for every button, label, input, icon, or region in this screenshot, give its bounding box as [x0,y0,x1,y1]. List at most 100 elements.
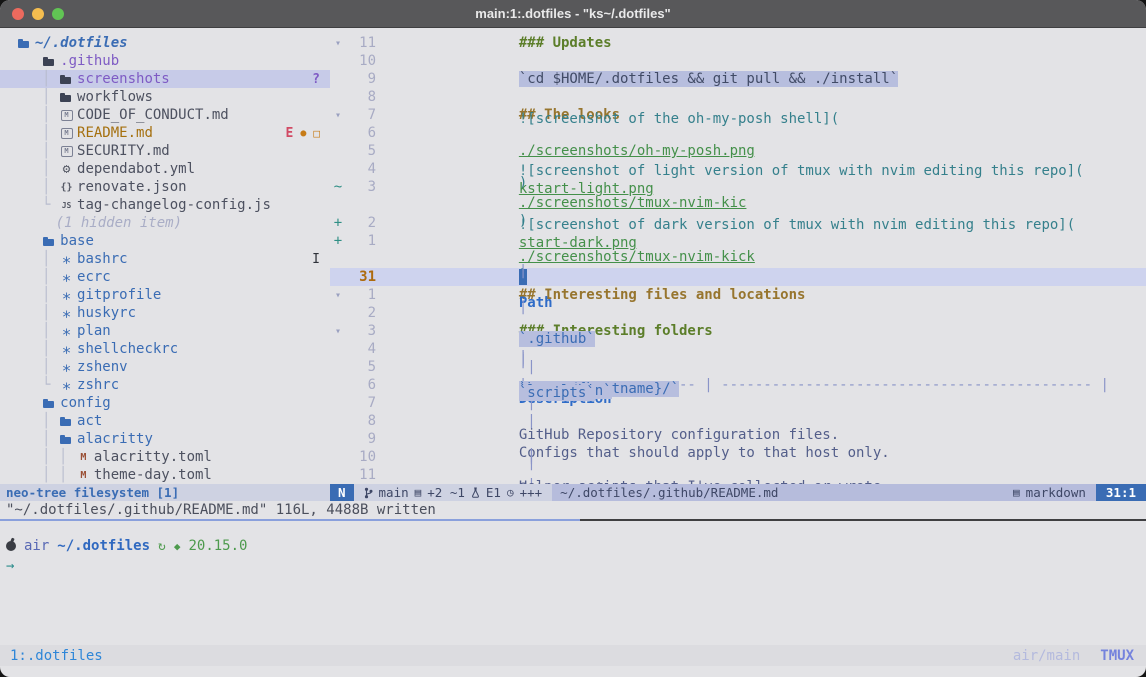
line-number: 10 [346,449,376,465]
tree-item[interactable]: │ bashrc I [0,250,330,268]
tree-item[interactable]: │ act [0,412,330,430]
line-number: 2 [346,305,376,321]
text-segment: | [519,353,536,369]
file-icon [42,232,57,250]
file-icon [59,250,74,268]
tree-item-label: dependabot.yml [77,161,195,177]
file-icon [51,214,53,232]
line-number: 4 [346,161,376,177]
file-icon [59,124,74,142]
flask-icon [471,487,480,498]
node-version: 20.15.0 [188,538,247,554]
tree-item-label: alacritty [77,431,153,447]
tree-item-label: theme-day.toml [94,467,212,483]
titlebar: main:1:.dotfiles - "ks~/.dotfiles" [0,0,1146,28]
line-number: 8 [346,89,376,105]
filetype-segment: ▤ markdown [1003,484,1096,501]
tree-item[interactable]: │ │ alacritty.toml [0,448,330,466]
tree-item-badge: E [286,126,294,141]
neotree-panel: ~/.dotfiles .github [0,28,330,484]
tmux-status-bar: 1:.dotfiles air/main TMUX [0,645,1146,666]
line-number: 5 [346,143,376,159]
prompt-cwd: ~/.dotfiles [57,538,150,554]
tree-item[interactable]: └ zshrc [0,376,330,394]
hunk-indicator: +++ [520,484,543,501]
tree-item[interactable]: │ alacritty [0,430,330,448]
clock-icon: ◷ [507,484,514,501]
tree-guide [0,233,42,249]
gutter-marker: + [330,215,346,231]
node-icon: ◆ [174,540,181,553]
tree-guide: │ [0,143,59,159]
tree-item[interactable]: ~/.dotfiles [0,34,330,52]
tree-item-label: CODE_OF_CONDUCT.md [77,107,229,123]
markdown-icon: ▤ [1013,484,1020,501]
tree-item[interactable]: │ gitprofile [0,286,330,304]
tree-item-badge: □ [313,127,320,140]
line-number: 11 [346,467,376,483]
tree-guide: │ [0,413,59,429]
statusline: neo-tree filesystem [1] N main ▤ +2 ~1 E… [0,484,1146,501]
file-icon [76,466,91,484]
text-segment: ![screenshot of the oh-my-posh shell]( [519,111,839,127]
tree-guide [0,395,42,411]
tree-item[interactable]: config [0,394,330,412]
tree-item[interactable]: (1 hidden item) [0,214,330,232]
tree-item[interactable]: │ screenshots ? [0,70,330,88]
tree-item-label: ~/.dotfiles [35,35,128,51]
filetype-label: markdown [1026,484,1086,501]
tree-item[interactable]: └ tag-changelog-config.js [0,196,330,214]
tmux-window-tab[interactable]: 1:.dotfiles [0,648,103,664]
tree-guide: │ [0,341,59,357]
tree-item[interactable]: │ CODE_OF_CONDUCT.md [0,106,330,124]
buffer-icon: ▤ [415,484,422,501]
tree-item-label: gitprofile [77,287,161,303]
file-icon [59,322,74,340]
file-icon [59,88,74,106]
git-status-segment: main ▤ +2 ~1 E1 ◷ +++ [354,484,553,501]
shell-prompt: air ~/.dotfiles ↻ ◆ 20.15.0 [6,537,1146,555]
tree-item[interactable]: │ README.md E ● □ [0,124,330,142]
branch-icon [364,487,373,499]
terminal-window: main:1:.dotfiles - "ks~/.dotfiles" ~/.do… [0,0,1146,677]
line-number: 10 [346,53,376,69]
tree-item[interactable]: │ SECURITY.md [0,142,330,160]
tree-item[interactable]: │ dependabot.yml [0,160,330,178]
file-icon [59,160,74,178]
tree-guide: │ [0,359,59,375]
tree-item[interactable]: │ renovate.json [0,178,330,196]
tree-item-badge: ? [312,72,320,87]
tree-item-badge: ● [300,128,306,139]
line-number: 2 [346,215,376,231]
file-icon [59,70,74,88]
text-segment: | [519,449,544,465]
tree-guide: │ [0,179,59,195]
line-number: 6 [346,377,376,393]
tree-item[interactable]: │ huskyrc [0,304,330,322]
tree-item[interactable]: │ zshenv [0,358,330,376]
gutter-marker: ▾ [330,326,346,337]
line-number: 9 [346,431,376,447]
tree-item[interactable]: │ ecrc [0,268,330,286]
file-icon [59,268,74,286]
tree-item-label: alacritty.toml [94,449,212,465]
apple-icon [6,541,16,551]
shell-pane[interactable]: air ~/.dotfiles ↻ ◆ 20.15.0 → [0,521,1146,645]
diagnostics-count: E1 [486,484,501,501]
minimize-button[interactable] [32,8,44,20]
tree-item-label: huskyrc [77,305,136,321]
tree-item[interactable]: .github [0,52,330,70]
file-icon [59,340,74,358]
tree-guide: │ [0,89,59,105]
file-icon [59,106,74,124]
tree-item[interactable]: base [0,232,330,250]
tree-item[interactable]: │ shellcheckrc [0,340,330,358]
zoom-button[interactable] [52,8,64,20]
tree-item-badges: E ● □ [286,126,320,141]
tree-item[interactable]: │ workflows [0,88,330,106]
tree-item-label: zshenv [77,359,128,375]
tree-item[interactable]: │ │ theme-day.toml [0,466,330,484]
tree-item-label: workflows [77,89,153,105]
tree-item[interactable]: │ plan [0,322,330,340]
close-button[interactable] [12,8,24,20]
